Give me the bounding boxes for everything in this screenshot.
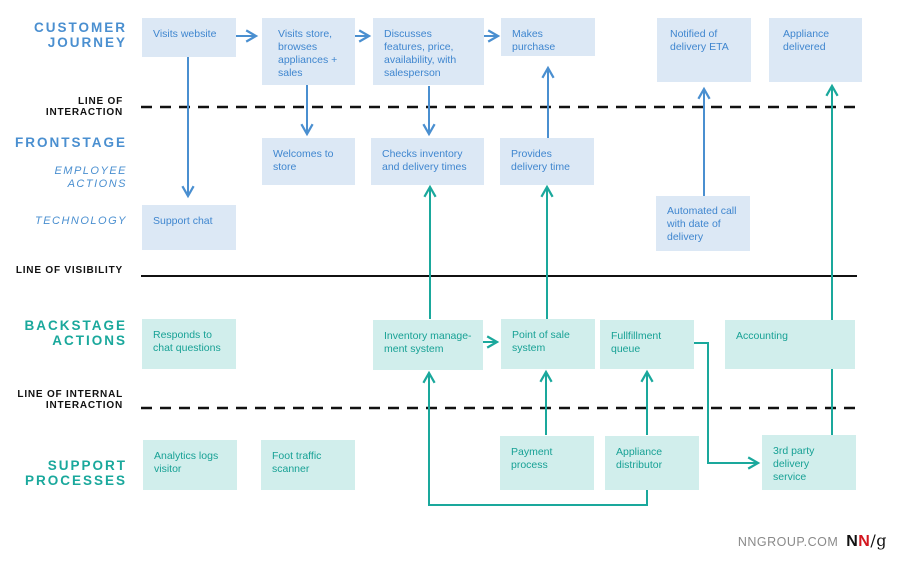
backstage-action: Inventory manage-ment system bbox=[373, 320, 483, 370]
support-process: Payment process bbox=[500, 436, 594, 490]
logo-g: /g bbox=[870, 531, 887, 550]
nng-logo: NN/g bbox=[846, 531, 887, 551]
employee-action: Checks inventory and delivery times bbox=[371, 138, 484, 185]
technology-item: Support chat bbox=[142, 205, 236, 250]
journey-step: Appliance delivered bbox=[769, 18, 862, 82]
technology-item: Automated call with date of delivery bbox=[656, 196, 750, 251]
footer: NNGROUP.COM NN/g bbox=[738, 531, 887, 551]
journey-step: Notified of delivery ETA bbox=[657, 18, 751, 82]
journey-step: Visits website bbox=[142, 18, 236, 57]
journey-step: Discusses features, price, availability,… bbox=[373, 18, 484, 85]
footer-site-link[interactable]: NNGROUP.COM bbox=[738, 535, 838, 549]
backstage-action: Fullfillment queue bbox=[600, 320, 694, 369]
support-process: 3rd party delivery service bbox=[762, 435, 856, 490]
employee-action: Provides delivery time bbox=[500, 138, 594, 185]
backstage-action: Point of sale system bbox=[501, 319, 595, 369]
journey-step: Visits store, browses appliances + sales bbox=[262, 18, 355, 85]
employee-action: Welcomes to store bbox=[262, 138, 355, 185]
logo-n2: N bbox=[858, 533, 871, 550]
support-process: Analytics logs visitor bbox=[143, 440, 237, 490]
support-process: Foot traffic scanner bbox=[261, 440, 355, 490]
logo-n1: N bbox=[846, 533, 859, 550]
support-process: Appliance distributor bbox=[605, 436, 699, 490]
journey-step: Makes purchase bbox=[501, 18, 595, 56]
backstage-action: Responds to chat questions bbox=[142, 319, 236, 369]
backstage-action: Accounting bbox=[725, 320, 855, 369]
